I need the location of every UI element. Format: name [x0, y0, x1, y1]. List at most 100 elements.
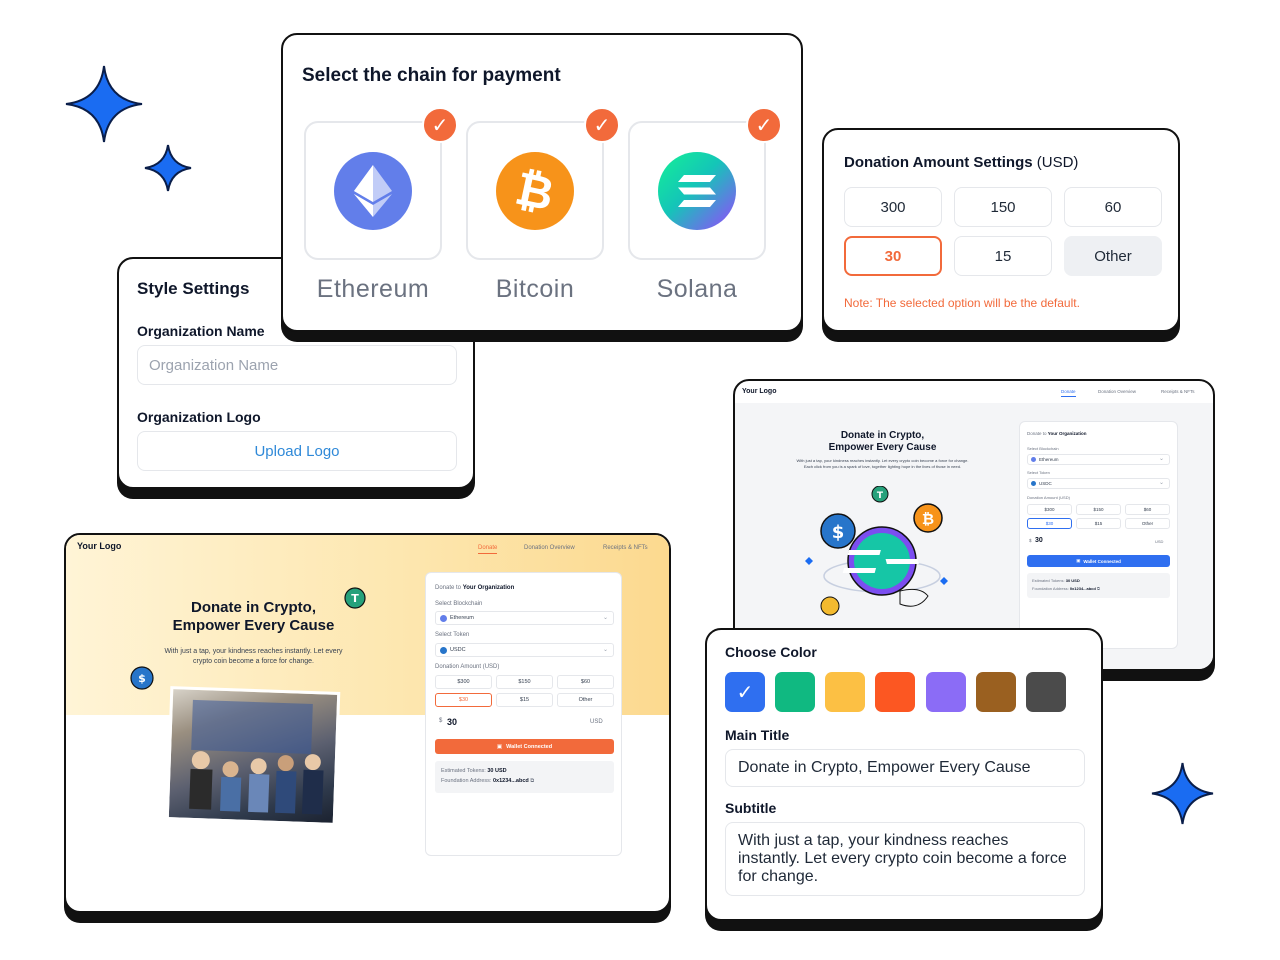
- wallet-icon: ▣: [1076, 558, 1081, 563]
- nav-donate[interactable]: Donate: [1061, 389, 1076, 397]
- logo-text: Your Logo: [742, 388, 777, 395]
- default-note: Note: The selected option will be the de…: [844, 296, 1080, 310]
- donation-amount-settings-card: Donation Amount Settings (USD) 300 150 6…: [822, 128, 1180, 332]
- main-title-input[interactable]: Donate in Crypto, Empower Every Cause: [725, 749, 1085, 787]
- currency-code: USD: [1155, 539, 1164, 544]
- crypto-coins-illustration: $ T ₿: [805, 486, 948, 616]
- chevron-down-icon: ⌄: [1158, 480, 1164, 486]
- select-token-label: Select Token: [1027, 470, 1050, 475]
- wallet-icon: ▣: [496, 743, 503, 750]
- org-logo-label: Organization Logo: [137, 409, 261, 425]
- hero-subtitle: With just a tap, your kindness reaches i…: [796, 458, 969, 469]
- sparkle-icon: [65, 65, 143, 143]
- copy-icon: ⧉: [1096, 586, 1100, 591]
- color-swatch-gray[interactable]: [1026, 672, 1066, 712]
- ethereum-icon: [334, 152, 412, 230]
- amount-option-other[interactable]: Other: [557, 693, 614, 707]
- color-swatch-orange[interactable]: [875, 672, 915, 712]
- donation-form-panel: Donate to Your Organization Select Block…: [425, 572, 622, 856]
- check-icon: ✓: [422, 107, 458, 143]
- solana-icon: [658, 152, 736, 230]
- amount-option[interactable]: $150: [1076, 504, 1121, 515]
- check-icon: ✓: [584, 107, 620, 143]
- blockchain-select[interactable]: Ethereum ⌄: [1027, 454, 1170, 465]
- amount-option[interactable]: $15: [1076, 518, 1121, 529]
- wallet-connected-button[interactable]: ▣ Wallet Connected: [1027, 555, 1170, 567]
- choose-color-title: Choose Color: [725, 644, 817, 660]
- amount-option-other[interactable]: Other: [1125, 518, 1170, 529]
- amount-option-60[interactable]: 60: [1064, 187, 1162, 227]
- chain-selection-card: Select the chain for payment ₿ ✓ ✓ ✓ Eth…: [281, 33, 803, 332]
- chain-name-solana: Solana: [656, 275, 738, 303]
- bitcoin-icon: ₿: [496, 152, 574, 230]
- nav-receipts[interactable]: Receipts & NFTs: [1161, 389, 1195, 394]
- amount-option-30-selected[interactable]: 30: [844, 236, 942, 276]
- amount-option-other[interactable]: Other: [1064, 236, 1162, 276]
- select-blockchain-label: Select Blockchain: [1027, 446, 1059, 451]
- token-select[interactable]: USDC ⌄: [435, 643, 614, 657]
- chain-option-solana[interactable]: [628, 121, 766, 260]
- donation-page-preview: Your Logo Donate Donation Overview Recei…: [64, 533, 671, 913]
- sparkle-icon: [144, 144, 192, 192]
- svg-text:$: $: [138, 672, 146, 685]
- amount-option[interactable]: $60: [1125, 504, 1170, 515]
- nav-donation-overview[interactable]: Donation Overview: [524, 545, 575, 551]
- ethereum-icon: [1031, 457, 1036, 462]
- estimate-box: Estimated Tokens: 30 USD Foundation Addr…: [1027, 573, 1170, 598]
- amount-option[interactable]: $300: [435, 675, 492, 689]
- amount-option-15[interactable]: 15: [954, 236, 1052, 276]
- color-swatch-green[interactable]: [775, 672, 815, 712]
- amount-option[interactable]: $150: [496, 675, 553, 689]
- style-settings-title: Style Settings: [137, 279, 250, 298]
- wallet-connected-button[interactable]: ▣ Wallet Connected: [435, 739, 614, 754]
- amount-option-150[interactable]: 150: [954, 187, 1052, 227]
- amount-option-300[interactable]: 300: [844, 187, 942, 227]
- usdc-icon: [1031, 481, 1036, 486]
- amount-option-selected[interactable]: $30: [435, 693, 492, 707]
- upload-logo-button[interactable]: Upload Logo: [137, 431, 457, 471]
- token-select[interactable]: USDC ⌄: [1027, 478, 1170, 489]
- currency-symbol: $: [439, 718, 443, 724]
- donate-to-text: Donate to Your Organization: [435, 585, 515, 591]
- subtitle-label: Subtitle: [725, 800, 777, 816]
- color-swatch-blue[interactable]: ✓: [725, 672, 765, 712]
- chevron-down-icon: ⌄: [602, 615, 608, 621]
- subtitle-input[interactable]: With just a tap, your kindness reaches i…: [725, 822, 1085, 896]
- color-swatch-brown[interactable]: [976, 672, 1016, 712]
- nav-donation-overview[interactable]: Donation Overview: [1098, 389, 1136, 394]
- nav-receipts[interactable]: Receipts & NFTs: [603, 545, 648, 551]
- donate-to-text: Donate to Your Organization: [1027, 431, 1087, 436]
- usdc-coin-icon: $: [130, 666, 154, 690]
- org-name-input[interactable]: Organization Name: [137, 345, 457, 385]
- chain-option-ethereum[interactable]: [304, 121, 442, 260]
- amount-input[interactable]: 30: [447, 717, 457, 727]
- svg-text:₿: ₿: [922, 510, 934, 528]
- copy-icon: ⧉: [530, 778, 535, 784]
- amount-label: Donation Amount (USD): [435, 664, 500, 670]
- amount-input[interactable]: 30: [1035, 537, 1043, 544]
- chain-option-bitcoin[interactable]: ₿: [466, 121, 604, 260]
- amount-option[interactable]: $60: [557, 675, 614, 689]
- estimate-box: Estimated Tokens: 30 USD Foundation Addr…: [435, 761, 614, 793]
- amount-option[interactable]: $15: [496, 693, 553, 707]
- blockchain-select[interactable]: Ethereum ⌄: [435, 611, 614, 625]
- color-swatch-purple[interactable]: [926, 672, 966, 712]
- volunteers-photo: [165, 686, 341, 826]
- ethereum-icon: [440, 615, 447, 622]
- nav-donate[interactable]: Donate: [478, 545, 498, 554]
- svg-text:T: T: [877, 491, 884, 501]
- chain-name-bitcoin: Bitcoin: [495, 275, 575, 303]
- svg-text:$: $: [832, 522, 845, 543]
- tether-coin-icon: T: [344, 587, 366, 609]
- donation-form-panel: Donate to Your Organization Select Block…: [1019, 421, 1178, 649]
- chain-card-title: Select the chain for payment: [302, 65, 561, 86]
- chevron-down-icon: ⌄: [602, 647, 608, 653]
- amount-option[interactable]: $300: [1027, 504, 1072, 515]
- hero-heading: Donate in Crypto, Empower Every Cause: [172, 599, 335, 634]
- color-swatch-yellow[interactable]: [825, 672, 865, 712]
- color-settings-card: Choose Color ✓ Main Title Donate in Cryp…: [705, 628, 1103, 921]
- hero-subtitle: With just a tap, your kindness reaches i…: [164, 648, 343, 666]
- currency-symbol: $: [1029, 538, 1032, 543]
- amount-option-selected[interactable]: $30: [1027, 518, 1072, 529]
- select-blockchain-label: Select Blockchain: [435, 601, 483, 607]
